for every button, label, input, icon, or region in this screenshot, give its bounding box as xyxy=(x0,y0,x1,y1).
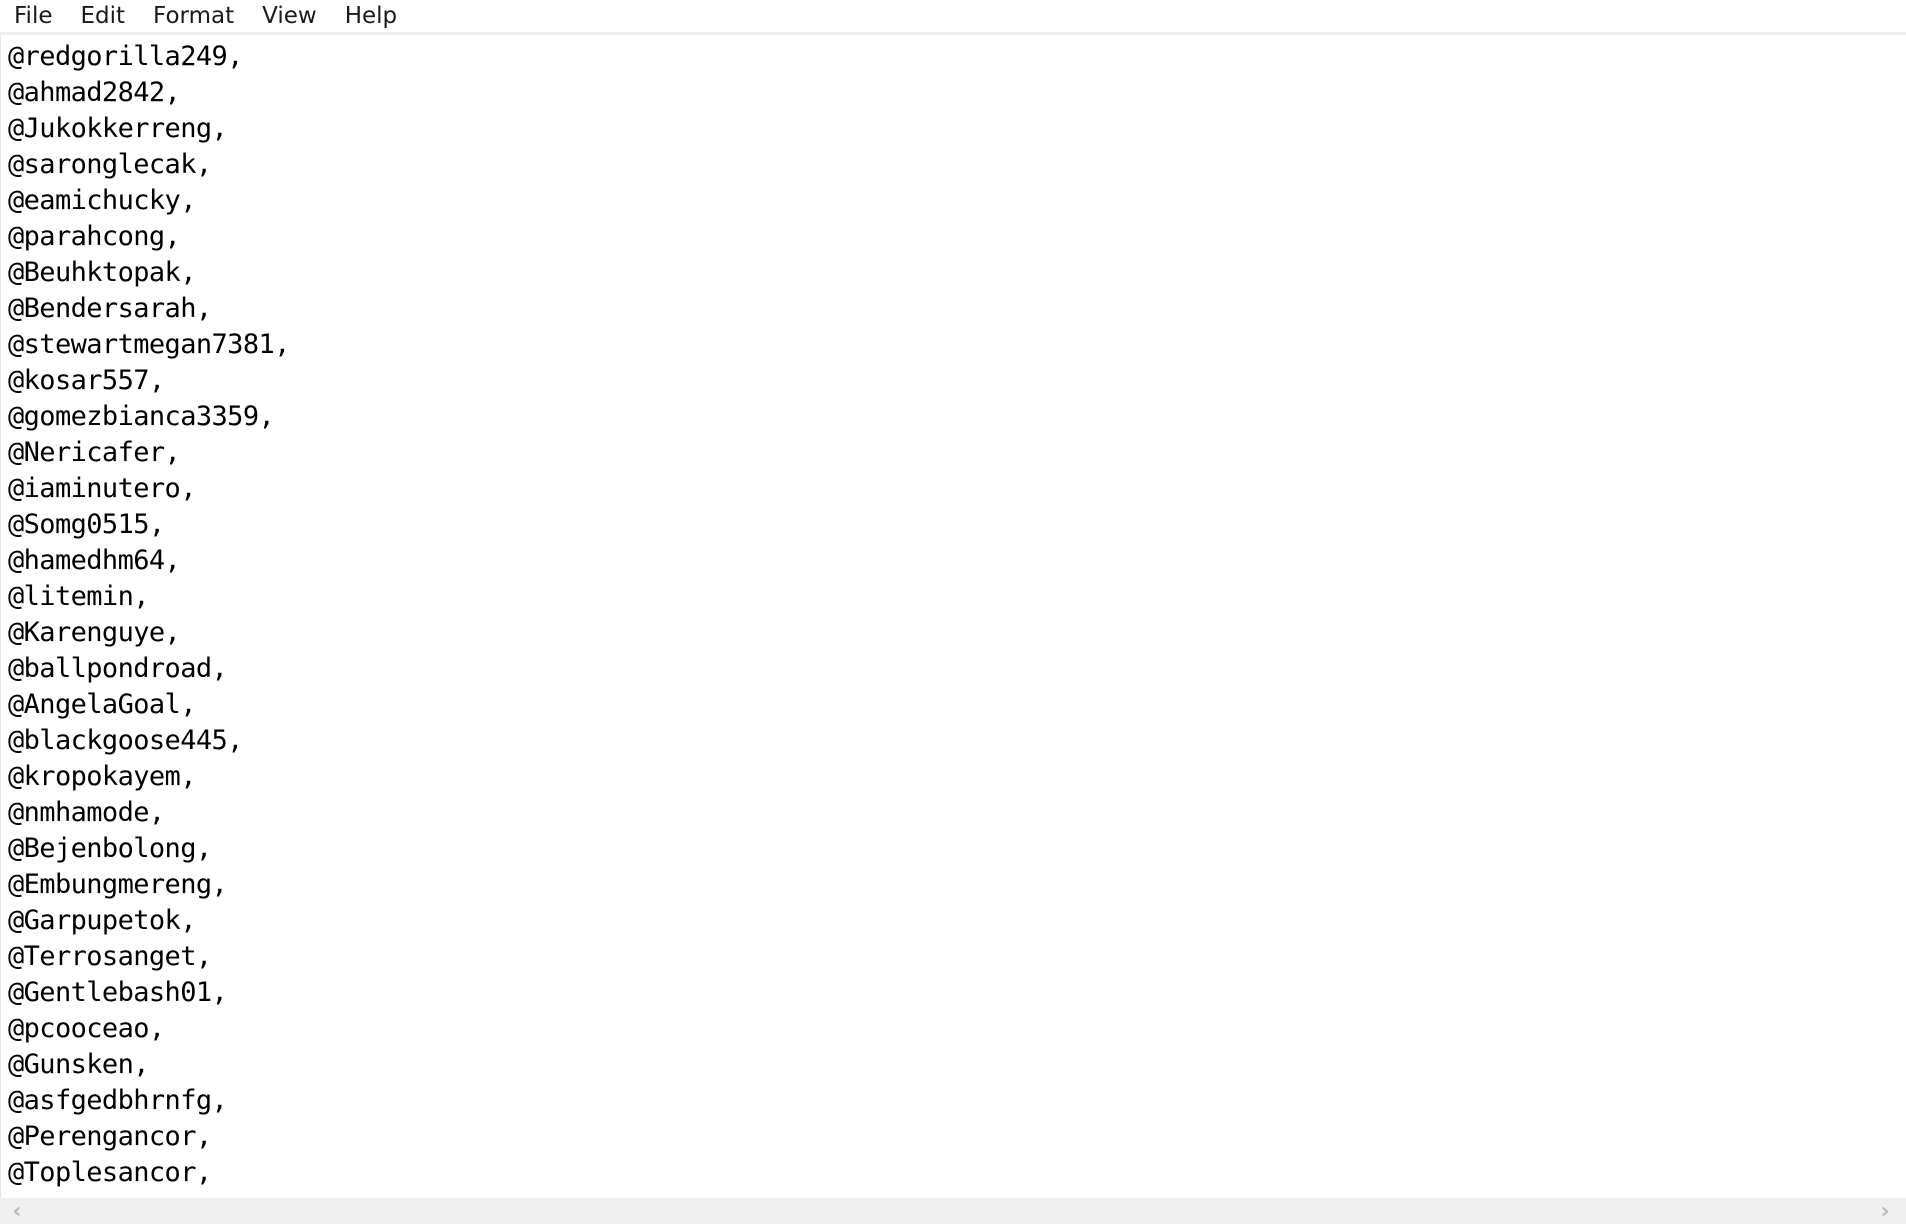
text-line: @redgorilla249, xyxy=(8,41,243,72)
menu-file[interactable]: File xyxy=(0,0,67,32)
text-line: @gomezbianca3359, xyxy=(8,401,275,432)
text-line: @Terrosanget, xyxy=(8,941,212,972)
text-line: @nmhamode, xyxy=(8,797,165,828)
text-line: @Gunsken, xyxy=(8,1049,150,1080)
text-line: @kropokayem, xyxy=(8,761,196,792)
text-line: @Bejenbolong, xyxy=(8,833,212,864)
text-line: @Toplesancor, xyxy=(8,1157,212,1188)
text-line: @blackgoose445, xyxy=(8,725,243,756)
text-line: @pcooceao, xyxy=(8,1013,165,1044)
text-line: @stewartmegan7381, xyxy=(8,329,290,360)
text-line: @Bendersarah, xyxy=(8,293,212,324)
menu-format[interactable]: Format xyxy=(139,0,248,32)
menu-edit[interactable]: Edit xyxy=(67,0,140,32)
text-line: @Jukokkerreng, xyxy=(8,113,228,144)
text-line: @asfgedbhrnfg, xyxy=(8,1085,228,1116)
text-line: @litemin, xyxy=(8,581,150,612)
text-line: @saronglecak, xyxy=(8,149,212,180)
menu-bar: File Edit Format View Help xyxy=(0,0,1906,35)
text-line: @kosar557, xyxy=(8,365,165,396)
horizontal-scrollbar[interactable]: ‹ › xyxy=(0,1198,1906,1224)
text-line: @iaminutero, xyxy=(8,473,196,504)
text-line: @Gentlebash01, xyxy=(8,977,228,1008)
text-line: @ballpondroad, xyxy=(8,653,228,684)
text-line: @ahmad2842, xyxy=(8,77,181,108)
menu-view[interactable]: View xyxy=(248,0,331,32)
text-line: @Beuhktopak, xyxy=(8,257,196,288)
text-line: @hamedhm64, xyxy=(8,545,181,576)
scrollbar-track[interactable] xyxy=(30,1198,1872,1224)
text-line: @Embungmereng, xyxy=(8,869,228,900)
text-content: @redgorilla249, @ahmad2842, @Jukokkerreng,… xyxy=(1,35,1906,1191)
text-line: @Garpupetok, xyxy=(8,905,196,936)
text-editor-area[interactable]: @redgorilla249, @ahmad2842, @Jukokkerreng,… xyxy=(0,35,1906,1198)
text-line: @Perengancor, xyxy=(8,1121,212,1152)
text-line: @eamichucky, xyxy=(8,185,196,216)
scroll-right-icon[interactable]: › xyxy=(1872,1198,1898,1224)
text-line: @Nericafer, xyxy=(8,437,181,468)
text-line: @Karenguye, xyxy=(8,617,181,648)
text-line: @Somg0515, xyxy=(8,509,165,540)
notepad-window: File Edit Format View Help @redgorilla24… xyxy=(0,0,1906,1224)
text-line: @AngelaGoal, xyxy=(8,689,196,720)
menu-help[interactable]: Help xyxy=(331,0,411,32)
text-line: @parahcong, xyxy=(8,221,181,252)
scroll-left-icon[interactable]: ‹ xyxy=(4,1198,30,1224)
